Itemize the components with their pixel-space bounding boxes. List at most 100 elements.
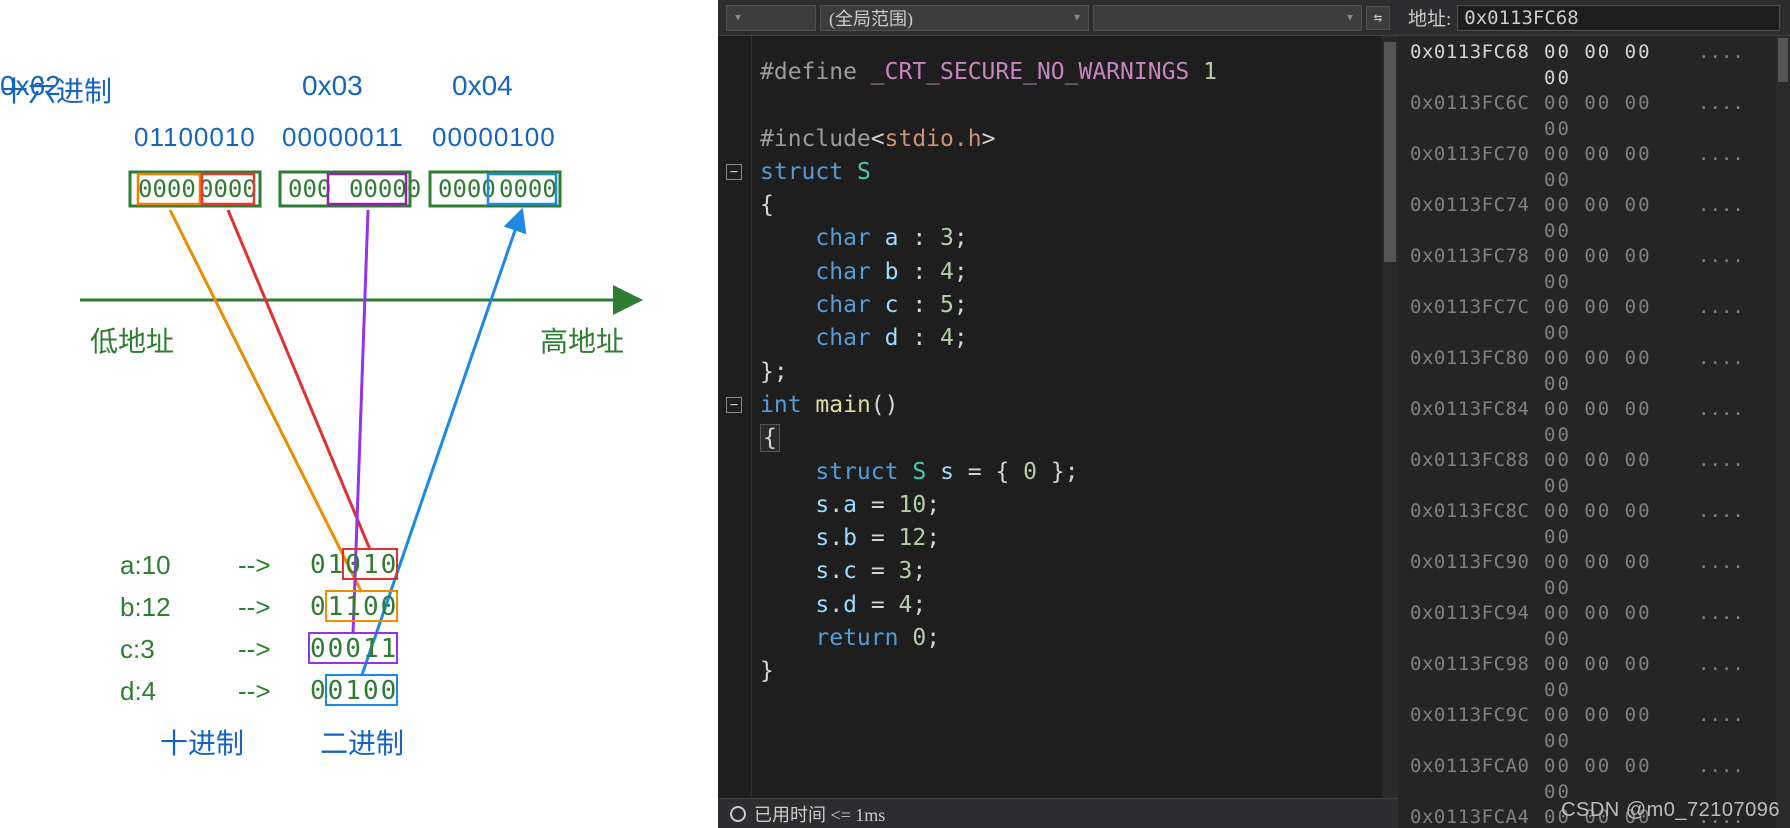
memory-row[interactable]: 0x0113FC70 00 00 00 00.... [1410, 142, 1790, 193]
memory-row-addr: 0x0113FC90 [1410, 550, 1530, 601]
hex-value-0: 0x62 [0, 70, 61, 102]
code-line: struct S [760, 156, 1390, 189]
code-area[interactable]: #define _CRT_SECURE_NO_WARNINGS 1 #inclu… [752, 36, 1398, 798]
memory-row-bytes: 00 00 00 00 [1544, 652, 1684, 703]
memory-row-bytes: 00 00 00 00 [1544, 448, 1684, 499]
code-editor: ▾ (全局范围) ▾ ▾ ⇆ −− #define _CRT_SECURE_NO… [718, 0, 1398, 828]
memory-row-ascii: .... [1698, 40, 1744, 91]
bitfield-diagram: 000000000000000000000000 十六进制 0x62 0x03 … [0, 0, 718, 828]
memory-toolbar: 地址: [1398, 0, 1790, 36]
chevron-down-icon: ▾ [735, 10, 741, 25]
code-line: s.a = 10; [760, 489, 1390, 522]
memory-row[interactable]: 0x0113FC9C00 00 00 00.... [1410, 703, 1790, 754]
memory-row-bytes: 00 00 00 00 [1544, 244, 1684, 295]
memory-row-addr: 0x0113FC98 [1410, 652, 1530, 703]
code-line: s.c = 3; [760, 555, 1390, 588]
memory-row-bytes: 00 00 00 00 [1544, 397, 1684, 448]
memory-address-input[interactable] [1457, 5, 1780, 31]
code-line: }; [760, 356, 1390, 389]
sync-icon[interactable]: ⇆ [1366, 6, 1390, 30]
memory-row-addr: 0x0113FC70 [1410, 142, 1530, 193]
bin-value-2: 00000100 [432, 122, 556, 153]
watermark: CSDN @m0_72107096 [1561, 799, 1780, 822]
scrollbar-thumb[interactable] [1778, 38, 1788, 82]
memory-row-addr: 0x0113FC7C [1410, 295, 1530, 346]
memory-row[interactable]: 0x0113FC98 00 00 00 00.... [1410, 652, 1790, 703]
memory-row-bytes: 00 00 00 00 [1544, 601, 1684, 652]
memory-rows[interactable]: 0x0113FC6800 00 00 00....0x0113FC6C00 00… [1398, 36, 1790, 828]
memory-row[interactable]: 0x0113FC9400 00 00 00.... [1410, 601, 1790, 652]
memory-row-addr: 0x0113FC74 [1410, 193, 1530, 244]
scope-dropdown-left[interactable]: ▾ [726, 5, 816, 31]
code-line [760, 89, 1390, 122]
memory-row-addr: 0x0113FC94 [1410, 601, 1530, 652]
diagram-row-name: d:4 [120, 676, 156, 707]
editor-status-bar: 已用时间 <= 1ms [718, 798, 1398, 828]
memory-row-bytes: 00 00 00 00 [1544, 91, 1684, 142]
memory-row-addr: 0x0113FC88 [1410, 448, 1530, 499]
memory-row-addr: 0x0113FC84 [1410, 397, 1530, 448]
code-line: struct S s = { 0 }; [760, 456, 1390, 489]
diagram-row-arrow: --> [238, 676, 271, 707]
memory-row[interactable]: 0x0113FC8C00 00 00 00.... [1410, 499, 1790, 550]
svg-text:0000: 0000 [199, 175, 257, 203]
bin-col-label: 二进制 [320, 722, 404, 762]
memory-row-ascii: .... [1698, 346, 1744, 397]
memory-row-bytes: 00 00 00 00 [1544, 703, 1684, 754]
hex-value-1: 0x03 [302, 70, 363, 102]
fold-toggle[interactable]: − [726, 397, 742, 413]
chevron-down-icon: ▾ [1347, 10, 1353, 25]
hex-value-2: 0x04 [452, 70, 513, 102]
memory-row-ascii: .... [1698, 295, 1744, 346]
member-dropdown[interactable]: ▾ [1093, 5, 1362, 31]
svg-text:000: 000 [288, 175, 331, 203]
editor-body: −− #define _CRT_SECURE_NO_WARNINGS 1 #in… [718, 36, 1398, 798]
memory-row-addr: 0x0113FCA0 [1410, 754, 1530, 805]
memory-row-addr: 0x0113FCA4 [1410, 805, 1530, 828]
memory-row[interactable]: 0x0113FC7800 00 00 00.... [1410, 244, 1790, 295]
memory-address-label: 地址: [1408, 4, 1451, 31]
diagram-row-name: b:12 [120, 592, 171, 623]
svg-text:0000: 0000 [138, 175, 196, 203]
diagram-row-name: a:10 [120, 550, 171, 581]
code-line: char c : 5; [760, 289, 1390, 322]
memory-scrollbar[interactable] [1776, 36, 1790, 828]
scope-dropdown[interactable]: (全局范围) ▾ [820, 5, 1089, 31]
memory-row-bytes: 00 00 00 00 [1544, 142, 1684, 193]
memory-row[interactable]: 0x0113FC9000 00 00 00.... [1410, 550, 1790, 601]
memory-row[interactable]: 0x0113FC8000 00 00 00.... [1410, 346, 1790, 397]
memory-row[interactable]: 0x0113FC7C00 00 00 00.... [1410, 295, 1790, 346]
glyph-margin[interactable]: −− [718, 36, 752, 798]
memory-row-ascii: .... [1698, 397, 1744, 448]
diagram-row-name: c:3 [120, 634, 155, 665]
fold-toggle[interactable]: − [726, 164, 742, 180]
memory-row-bytes: 00 00 00 00 [1544, 754, 1684, 805]
code-line: { [760, 189, 1390, 222]
code-line: char b : 4; [760, 256, 1390, 289]
memory-row[interactable]: 0x0113FC6C00 00 00 00.... [1410, 91, 1790, 142]
svg-text:0000: 0000 [499, 175, 557, 203]
memory-row[interactable]: 0x0113FC8800 00 00 00.... [1410, 448, 1790, 499]
memory-row-bytes: 00 00 00 00 [1544, 550, 1684, 601]
memory-row-addr: 0x0113FC68 [1410, 40, 1530, 91]
scrollbar-thumb[interactable] [1384, 42, 1396, 262]
memory-row[interactable]: 0x0113FCA000 00 00 00.... [1410, 754, 1790, 805]
editor-toolbar: ▾ (全局范围) ▾ ▾ ⇆ [718, 0, 1398, 36]
dec-col-label: 十进制 [160, 722, 244, 762]
memory-row-ascii: .... [1698, 142, 1744, 193]
memory-row-bytes: 00 00 00 00 [1544, 193, 1684, 244]
code-line: char d : 4; [760, 322, 1390, 355]
addr-high-label: 高地址 [540, 320, 624, 360]
memory-row[interactable]: 0x0113FC7400 00 00 00.... [1410, 193, 1790, 244]
memory-row-bytes: 00 00 00 00 [1544, 346, 1684, 397]
code-line: s.d = 4;▶| [760, 589, 1390, 622]
clock-icon [730, 806, 746, 822]
memory-row-ascii: .... [1698, 652, 1744, 703]
editor-scrollbar[interactable] [1382, 36, 1398, 798]
code-line: char a : 3; [760, 222, 1390, 255]
code-line: #include<stdio.h> [760, 123, 1390, 156]
addr-low-label: 低地址 [90, 320, 174, 360]
memory-row[interactable]: 0x0113FC84 00 00 00 00.... [1410, 397, 1790, 448]
memory-row[interactable]: 0x0113FC6800 00 00 00.... [1410, 40, 1790, 91]
chevron-down-icon: ▾ [1074, 10, 1080, 25]
